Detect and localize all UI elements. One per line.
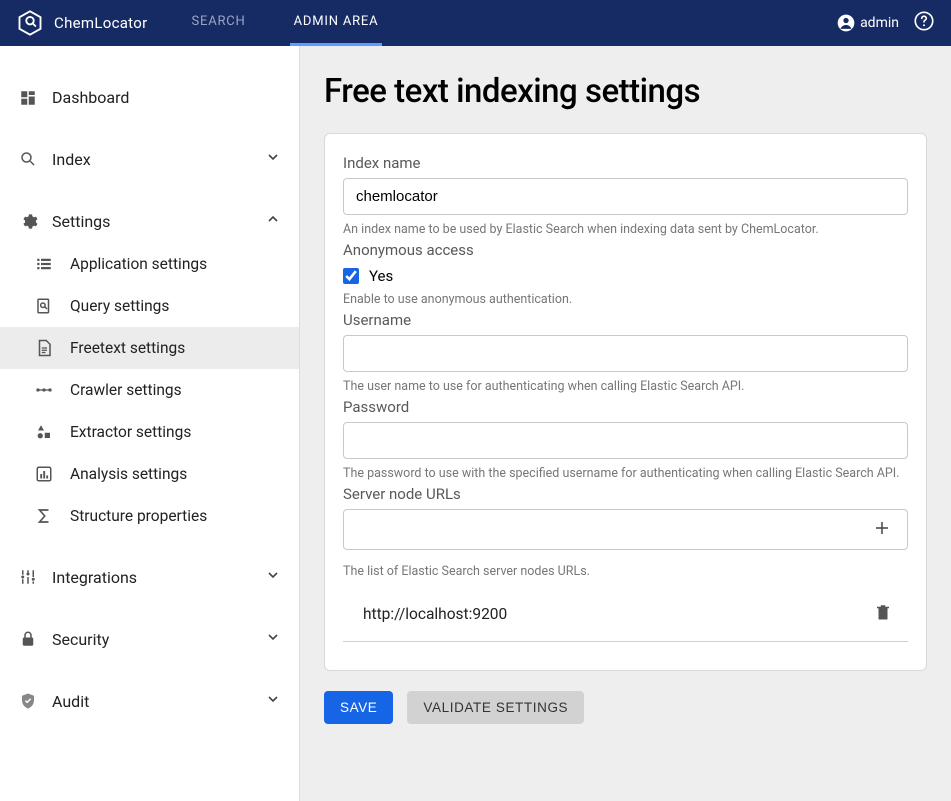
sidebar-sub-analysis-settings[interactable]: Analysis settings bbox=[0, 453, 299, 495]
username-input[interactable] bbox=[343, 335, 908, 372]
sidebar-sub-label: Application settings bbox=[70, 255, 207, 273]
settings-card: Index name An index name to be used by E… bbox=[324, 133, 927, 671]
help-icon[interactable] bbox=[913, 10, 935, 36]
sidebar-sub-label: Analysis settings bbox=[70, 465, 187, 483]
anonymous-access-cb-label: Yes bbox=[369, 267, 393, 285]
sidebar-item-audit[interactable]: Audit bbox=[0, 679, 299, 723]
index-name-label: Index name bbox=[343, 154, 908, 172]
index-name-input[interactable] bbox=[343, 178, 908, 215]
crawler-icon bbox=[34, 385, 54, 395]
tune-icon bbox=[18, 568, 38, 586]
anonymous-access-help: Enable to use anonymous authentication. bbox=[343, 292, 908, 307]
brand-logo bbox=[16, 9, 44, 37]
sidebar-sub-extractor-settings[interactable]: Extractor settings bbox=[0, 411, 299, 453]
sidebar: Dashboard Index Settings Applicati bbox=[0, 46, 300, 801]
sidebar-label: Dashboard bbox=[52, 88, 129, 107]
brand: ChemLocator bbox=[16, 9, 147, 37]
sidebar-item-dashboard[interactable]: Dashboard bbox=[0, 76, 299, 119]
chevron-down-icon bbox=[265, 567, 281, 587]
validate-settings-button[interactable]: VALIDATE SETTINGS bbox=[407, 691, 584, 724]
delete-node-button[interactable] bbox=[866, 599, 900, 629]
document-icon bbox=[34, 339, 54, 357]
user-name: admin bbox=[860, 15, 899, 31]
sidebar-sub-freetext-settings[interactable]: Freetext settings bbox=[0, 327, 299, 369]
shapes-icon bbox=[34, 423, 54, 441]
sidebar-sub-structure-properties[interactable]: Structure properties bbox=[0, 495, 299, 537]
brand-name: ChemLocator bbox=[54, 14, 147, 32]
sidebar-item-integrations[interactable]: Integrations bbox=[0, 555, 299, 599]
server-node-url-value: http://localhost:9200 bbox=[363, 605, 507, 623]
index-name-help: An index name to be used by Elastic Sear… bbox=[343, 222, 908, 237]
plus-icon bbox=[873, 519, 891, 537]
sidebar-sub-label: Crawler settings bbox=[70, 381, 182, 399]
sidebar-item-security[interactable]: Security bbox=[0, 617, 299, 661]
gear-icon bbox=[18, 212, 38, 231]
sidebar-item-settings[interactable]: Settings bbox=[0, 199, 299, 243]
sidebar-label: Security bbox=[52, 630, 109, 649]
nav-tabs: SEARCH ADMIN AREA bbox=[187, 0, 382, 46]
page-title: Free text indexing settings bbox=[324, 72, 927, 111]
tab-admin-area[interactable]: ADMIN AREA bbox=[290, 0, 383, 46]
sidebar-sub-query-settings[interactable]: Query settings bbox=[0, 285, 299, 327]
server-node-url-item: http://localhost:9200 bbox=[343, 587, 908, 642]
anonymous-access-label: Anonymous access bbox=[343, 241, 908, 259]
search-icon bbox=[18, 150, 38, 168]
sidebar-label: Integrations bbox=[52, 568, 137, 587]
bar-chart-icon bbox=[34, 465, 54, 483]
shield-check-icon bbox=[18, 692, 38, 710]
anonymous-access-checkbox[interactable] bbox=[343, 268, 359, 284]
dashboard-icon bbox=[18, 89, 38, 107]
user-icon bbox=[836, 13, 856, 33]
server-node-urls-label: Server node URLs bbox=[343, 485, 908, 503]
sidebar-sub-label: Extractor settings bbox=[70, 423, 191, 441]
chevron-down-icon bbox=[265, 629, 281, 649]
sidebar-sub-application-settings[interactable]: Application settings bbox=[0, 243, 299, 285]
trash-icon bbox=[874, 603, 892, 621]
tab-search[interactable]: SEARCH bbox=[187, 0, 249, 46]
server-node-urls-help: The list of Elastic Search server nodes … bbox=[343, 564, 908, 579]
password-label: Password bbox=[343, 398, 908, 416]
password-input[interactable] bbox=[343, 422, 908, 459]
list-icon bbox=[34, 255, 54, 273]
lock-icon bbox=[18, 630, 38, 648]
server-node-input-row bbox=[343, 509, 908, 550]
sigma-icon bbox=[34, 507, 54, 525]
add-node-button[interactable] bbox=[865, 515, 899, 545]
sidebar-label: Index bbox=[52, 150, 91, 169]
sidebar-sub-label: Freetext settings bbox=[70, 339, 185, 357]
save-button[interactable]: SAVE bbox=[324, 691, 393, 724]
user-menu[interactable]: admin bbox=[836, 13, 899, 33]
chevron-up-icon bbox=[265, 211, 281, 231]
main-content: Free text indexing settings Index name A… bbox=[300, 46, 951, 801]
password-help: The password to use with the specified u… bbox=[343, 466, 908, 481]
sidebar-sub-label: Structure properties bbox=[70, 507, 207, 525]
app-header: ChemLocator SEARCH ADMIN AREA admin bbox=[0, 0, 951, 46]
username-label: Username bbox=[343, 311, 908, 329]
chevron-down-icon bbox=[265, 691, 281, 711]
sidebar-label: Settings bbox=[52, 212, 110, 231]
username-help: The user name to use for authenticating … bbox=[343, 379, 908, 394]
chevron-down-icon bbox=[265, 149, 281, 169]
server-node-url-input[interactable] bbox=[346, 512, 865, 547]
page-search-icon bbox=[34, 297, 54, 315]
sidebar-sub-label: Query settings bbox=[70, 297, 169, 315]
sidebar-label: Audit bbox=[52, 692, 89, 711]
sidebar-sub-crawler-settings[interactable]: Crawler settings bbox=[0, 369, 299, 411]
button-row: SAVE VALIDATE SETTINGS bbox=[324, 691, 927, 724]
sidebar-item-index[interactable]: Index bbox=[0, 137, 299, 181]
